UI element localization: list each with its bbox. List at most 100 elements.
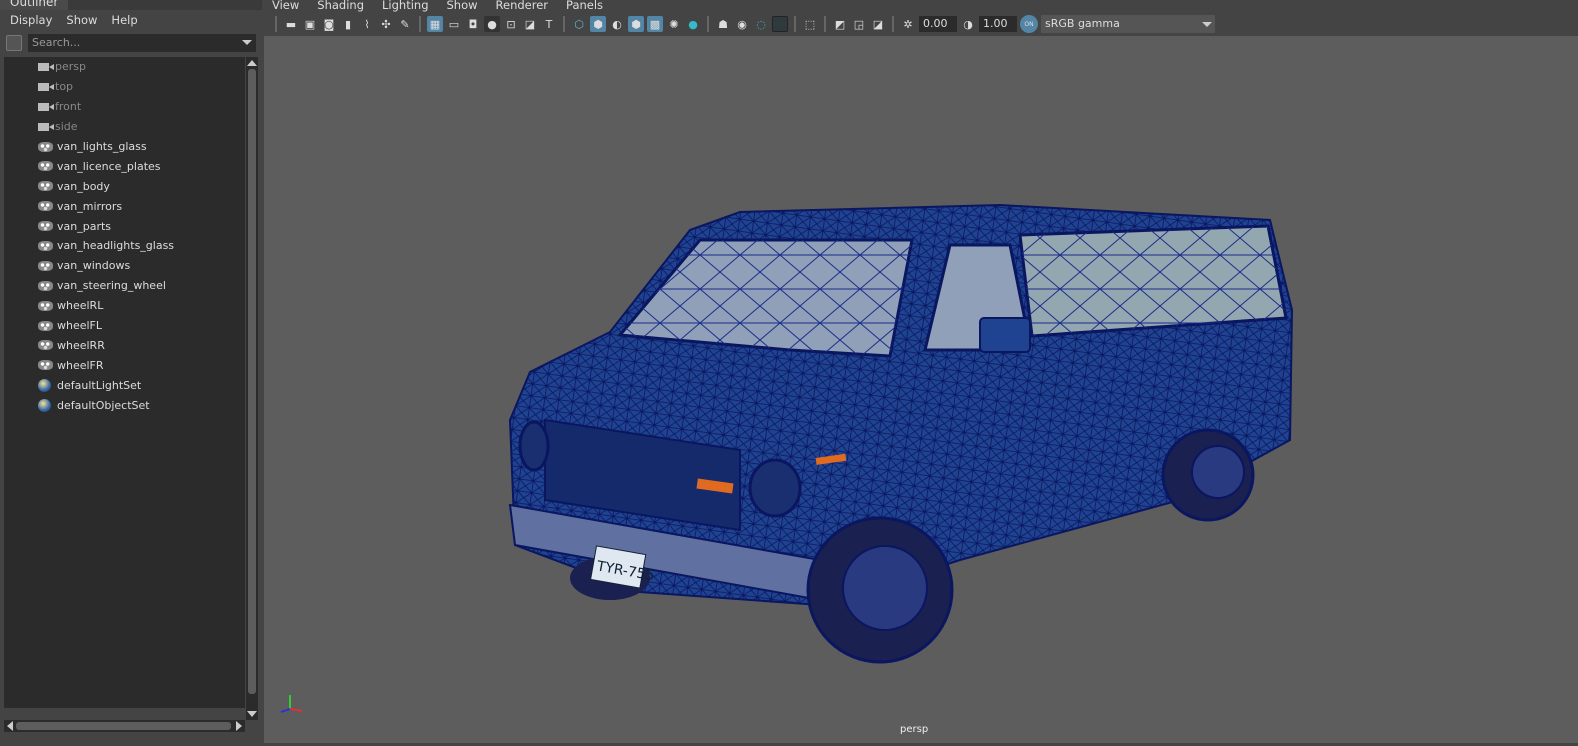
safe-title-icon[interactable]: T [541,16,557,32]
mesh-icon [38,201,53,212]
mesh-icon [38,161,53,172]
image-plane-icon[interactable]: ⌇ [359,16,375,32]
menu-show[interactable]: Show [66,13,97,29]
scroll-down-icon[interactable] [247,711,257,717]
outliner-item-label: defaultObjectSet [57,398,150,412]
depth-of-field-icon[interactable] [772,16,788,32]
outliner-panel: Outliner Display Show Help Search... per… [0,0,262,743]
wireframe-icon[interactable]: ⬡ [571,16,587,32]
outliner-item-van-steering-wheel[interactable]: van_steering_wheel [4,276,245,296]
outliner-item-van-licence-plates[interactable]: van_licence_plates [4,156,245,176]
outliner-item-persp[interactable]: persp [4,57,245,77]
horizontal-scroll-thumb[interactable] [16,722,231,730]
outliner-item-wheelrr[interactable]: wheelRR [4,335,245,355]
shadows-icon[interactable]: ● [685,16,701,32]
grid-icon[interactable]: ▦ [427,16,443,32]
outliner-item-van-windows[interactable]: van_windows [4,256,245,276]
outliner-item-wheelrl[interactable]: wheelRL [4,296,245,316]
scroll-right-icon[interactable] [236,721,242,731]
mesh-icon [38,240,53,251]
default-material-icon[interactable]: ◐ [609,16,625,32]
menu-shading[interactable]: Shading [317,0,364,12]
outliner-item-top[interactable]: top [4,77,245,97]
lights-icon[interactable]: ✺ [666,16,682,32]
menu-view[interactable]: View [272,0,299,12]
gamma-field[interactable]: 1.00 [979,16,1017,32]
outliner-item-defaultobjectset[interactable]: defaultObjectSet [4,395,245,415]
scroll-left-icon[interactable] [7,721,13,731]
motion-blur-icon[interactable]: ◉ [734,16,750,32]
outliner-item-van-parts[interactable]: van_parts [4,216,245,236]
xray-active-icon[interactable]: ◪ [870,16,886,32]
gate-mask-icon[interactable]: ● [484,16,500,32]
menu-renderer[interactable]: Renderer [496,0,549,12]
mesh-icon [38,320,53,331]
vertical-scroll-thumb[interactable] [248,69,256,694]
camera-icon [38,102,54,111]
select-camera-icon[interactable]: ▬ [283,16,299,32]
xray-joints-icon[interactable]: ◲ [851,16,867,32]
filter-icon[interactable] [6,35,22,51]
outliner-item-van-mirrors[interactable]: van_mirrors [4,196,245,216]
outliner-item-van-body[interactable]: van_body [4,176,245,196]
outliner-item-label: side [55,120,78,134]
side-mirror [979,317,1031,353]
outliner-item-defaultlightset[interactable]: defaultLightSet [4,375,245,395]
menu-display[interactable]: Display [10,13,52,29]
outliner-item-van-headlights-glass[interactable]: van_headlights_glass [4,236,245,256]
lock-camera-icon[interactable]: ▣ [302,16,318,32]
mesh-icon [38,300,53,311]
outliner-item-label: van_parts [57,219,112,233]
outliner-item-label: van_lights_glass [57,140,147,153]
screen-space-ao-icon[interactable]: ☗ [715,16,731,32]
isolate-select-icon[interactable]: ⬚ [802,16,818,32]
outliner-item-side[interactable]: side [4,117,245,137]
search-input[interactable]: Search... [28,34,256,52]
wireframe-on-shaded-icon[interactable]: ⬢ [628,16,644,32]
menu-lighting[interactable]: Lighting [382,0,428,12]
outliner-item-label: wheelFR [57,358,104,372]
smooth-shade-icon[interactable]: ⬢ [590,16,606,32]
horizontal-scrollbar[interactable] [4,720,245,732]
color-management-toggle[interactable]: ON [1020,15,1038,33]
outliner-list: persp top front side van_lights_glass van_lic… [4,57,245,708]
viewport-toolbar: ▬ ▣ ◙ ▮ ⌇ ✣ ✎ ▦ ▭ ◘ ● ⊡ ◪ T ⬡ ⬢ ◐ ⬢ ▩ ✺ … [264,12,1578,36]
mesh-icon [38,221,53,232]
outliner-tab[interactable]: Outliner [0,0,69,10]
xray-icon[interactable]: ◩ [832,16,848,32]
outliner-item-label: van_windows [57,259,131,273]
antialiasing-icon[interactable]: ◌ [753,16,769,32]
search-dropdown-icon[interactable] [242,40,252,45]
2d-pan-zoom-icon[interactable]: ✣ [378,16,394,32]
outliner-item-label: van_mirrors [57,199,123,213]
film-gate-icon[interactable]: ▭ [446,16,462,32]
outliner-item-wheelfr[interactable]: wheelFR [4,355,245,375]
viewport-menubar: View Shading Lighting Show Renderer Pane… [264,0,1578,12]
color-space-select[interactable]: sRGB gamma [1041,15,1215,33]
field-chart-icon[interactable]: ⊡ [503,16,519,32]
safe-action-icon[interactable]: ◪ [522,16,538,32]
menu-help[interactable]: Help [111,13,137,29]
exposure-icon[interactable]: ✲ [900,16,916,32]
camera-attributes-icon[interactable]: ◙ [321,16,337,32]
van-model[interactable]: TYR-755 [264,36,1578,743]
chevron-down-icon[interactable] [1199,15,1215,33]
exposure-field[interactable]: 0.00 [919,16,957,32]
menu-show[interactable]: Show [447,0,478,12]
set-icon [38,378,51,392]
outliner-item-label: front [55,100,82,114]
resolution-gate-icon[interactable]: ◘ [465,16,481,32]
outliner-item-label: top [55,80,74,94]
viewport-persp[interactable]: TYR-755 persp [264,36,1578,743]
outliner-item-wheelfl[interactable]: wheelFL [4,316,245,336]
textured-icon[interactable]: ▩ [647,16,663,32]
menu-panels[interactable]: Panels [566,0,603,12]
gamma-icon[interactable]: ◑ [960,16,976,32]
grease-pencil-icon[interactable]: ✎ [397,16,413,32]
headlight-right [748,458,802,518]
bookmark-icon[interactable]: ▮ [340,16,356,32]
outliner-item-front[interactable]: front [4,97,245,117]
vertical-scrollbar[interactable] [246,57,258,720]
outliner-item-van-lights-glass[interactable]: van_lights_glass [4,137,245,157]
scroll-up-icon[interactable] [247,60,257,66]
